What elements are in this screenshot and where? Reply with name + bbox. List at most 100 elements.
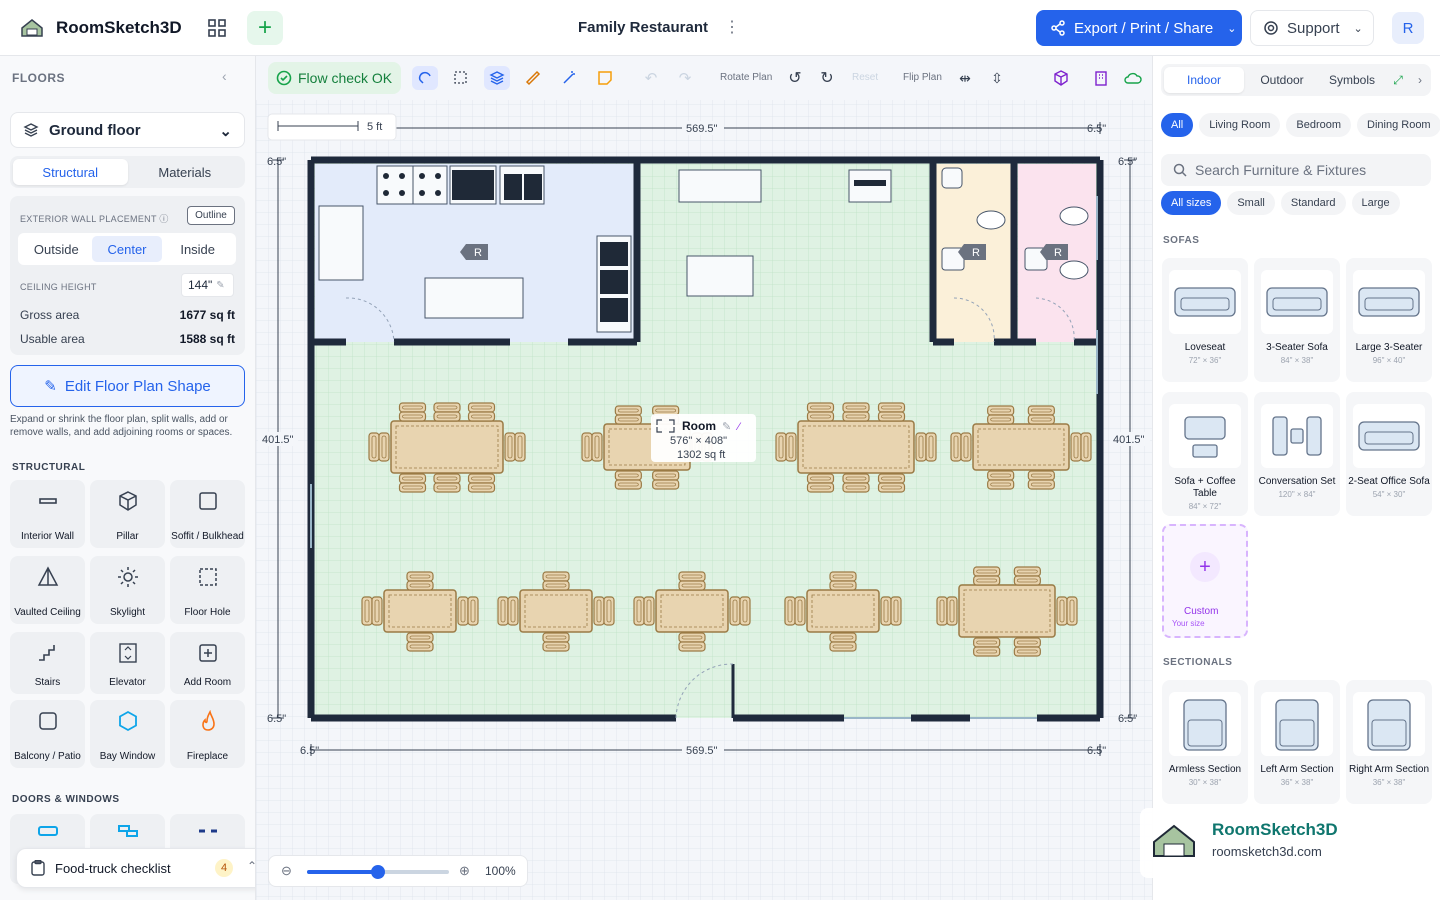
zoom-in-icon[interactable]: ⊕	[459, 863, 470, 879]
ruler-icon[interactable]	[520, 66, 546, 90]
furniture-card[interactable]: 3-Seater Sofa 84" × 38"	[1254, 258, 1340, 382]
fireplace-tool[interactable]: Fireplace	[170, 700, 245, 768]
tool-label: Elevator	[109, 677, 146, 688]
chevron-up-icon[interactable]: ⌃	[247, 859, 255, 873]
expand-icon[interactable]: ⤢	[1387, 64, 1409, 96]
export-button[interactable]: Export / Print / Share ⌄	[1036, 10, 1242, 46]
user-avatar[interactable]: R	[1392, 12, 1424, 44]
sticky-note-icon[interactable]	[592, 66, 618, 90]
furniture-dims: 120" × 84"	[1278, 490, 1316, 499]
furniture-card[interactable]: Left Arm Section 36" × 38"	[1254, 680, 1340, 804]
furniture-card[interactable]: Loveseat 72" × 36"	[1162, 258, 1248, 382]
room-chip-bedroom[interactable]: Bedroom	[1286, 113, 1352, 137]
wall-placement-label: EXTERIOR WALL PLACEMENT ⓘ	[20, 214, 169, 224]
interior-wall-tool[interactable]: Interior Wall	[10, 480, 85, 548]
tab-materials[interactable]: Materials	[128, 159, 243, 185]
3d-cube-icon[interactable]	[1048, 66, 1074, 90]
chevron-right-icon[interactable]: ›	[1409, 64, 1431, 96]
cloud-icon[interactable]	[1120, 66, 1146, 90]
select-area-icon[interactable]	[448, 66, 474, 90]
wall-thickness-label: 6.5"	[300, 745, 319, 757]
furniture-name: Loveseat	[1184, 342, 1226, 353]
furniture-card[interactable]: Right Arm Section 36" × 38"	[1346, 680, 1432, 804]
project-title[interactable]: Family Restaurant	[560, 19, 726, 36]
furniture-card[interactable]: Armless Section 30" × 38"	[1162, 680, 1248, 804]
rotate-right-icon[interactable]: ↻	[814, 66, 840, 90]
floor-hole-tool[interactable]: Floor Hole	[170, 556, 245, 624]
app-logo-icon[interactable]	[18, 14, 46, 42]
room-chip-dining[interactable]: Dining Room	[1357, 113, 1440, 137]
pencil-icon[interactable]: ✎	[722, 421, 731, 433]
tab-symbols[interactable]: Symbols	[1317, 64, 1387, 96]
add-room-tool[interactable]: Add Room	[170, 632, 245, 694]
furniture-dims: 36" × 38"	[1280, 778, 1314, 787]
support-button[interactable]: Support ⌄	[1250, 10, 1374, 46]
window-icon	[170, 824, 245, 838]
outline-button[interactable]: Outline	[187, 206, 235, 225]
tab-outdoor[interactable]: Outdoor	[1247, 64, 1317, 96]
help-icon[interactable]: ⓘ	[159, 214, 168, 224]
furniture-search-input[interactable]: Search Furniture & Fixtures	[1161, 154, 1431, 186]
undo-icon[interactable]: ↶	[638, 66, 664, 90]
size-chip-large[interactable]: Large	[1351, 191, 1400, 215]
furniture-card[interactable]: Sofa + Coffee Table 84" × 72"	[1162, 392, 1248, 516]
wall-mode-outside[interactable]: Outside	[21, 236, 92, 262]
floor-selector[interactable]: Ground floor ⌄	[10, 112, 245, 148]
zoom-slider-handle[interactable]	[371, 865, 385, 879]
reset-button[interactable]: Reset	[852, 72, 878, 83]
room-chip-all[interactable]: All	[1161, 113, 1194, 137]
furniture-card[interactable]: Conversation Set 120" × 84"	[1254, 392, 1340, 516]
size-chip-all[interactable]: All sizes	[1161, 191, 1222, 215]
floor-plan-canvas[interactable]: R R R 5 ft 569.5" 569.5" 401.5" 401.5" 6.5…	[256, 56, 1152, 900]
tab-structural[interactable]: Structural	[13, 159, 128, 185]
restroom-tag[interactable]: R	[460, 244, 488, 260]
redo-icon[interactable]: ↷	[672, 66, 698, 90]
balcony-patio-tool[interactable]: Balcony / Patio	[10, 700, 85, 768]
custom-size-card[interactable]: + Custom Your size	[1162, 524, 1248, 638]
checklist-bar[interactable]: Food-truck checklist 4 ⌃	[16, 848, 255, 888]
room-chip-living[interactable]: Living Room	[1199, 113, 1281, 137]
restroom-tag[interactable]: R	[958, 244, 986, 260]
stairs-tool[interactable]: Stairs	[10, 632, 85, 694]
furniture-card[interactable]: 2-Seat Office Sofa 54" × 30"	[1346, 392, 1432, 516]
snap-icon[interactable]	[412, 66, 438, 90]
rotate-left-icon[interactable]: ↺	[782, 66, 808, 90]
flow-check-status[interactable]: Flow check OK	[268, 62, 401, 94]
tool-label: Pillar	[116, 531, 139, 542]
dashboard-grid-icon[interactable]	[202, 14, 232, 42]
furniture-panel: Indoor Outdoor Symbols ⤢ › All Living Ro…	[1152, 56, 1440, 900]
bay-window-tool[interactable]: Bay Window	[90, 700, 165, 768]
vaulted-ceiling-tool[interactable]: Vaulted Ceiling	[10, 556, 85, 624]
collapse-panel-icon[interactable]: ‹	[222, 68, 227, 84]
flip-vertical-icon[interactable]: ⇳	[984, 66, 1010, 90]
dimension-top: 569.5"	[686, 123, 718, 135]
pillar-tool[interactable]: Pillar	[90, 480, 165, 548]
furniture-name: Armless Section	[1168, 764, 1242, 775]
ceiling-height-input[interactable]: 144" ✎	[181, 273, 234, 297]
skylight-tool[interactable]: Skylight	[90, 556, 165, 624]
zoom-slider[interactable]	[307, 865, 449, 879]
ceiling-height-label: CEILING HEIGHT	[20, 282, 97, 292]
project-menu-icon[interactable]: ⋮	[724, 17, 740, 37]
wall-mode-center[interactable]: Center	[91, 236, 163, 262]
layers-icon[interactable]	[484, 66, 510, 90]
furniture-card[interactable]: Large 3-Seater 96" × 40"	[1346, 258, 1432, 382]
elevator-tool[interactable]: Elevator	[90, 632, 165, 694]
room-label-card[interactable]: Room ✎ ⁄ 576" × 408" 1302 sq ft	[651, 414, 756, 462]
soffit-bulkhead-tool[interactable]: Soffit / Bulkhead	[170, 480, 245, 548]
room-name[interactable]: Room	[682, 419, 716, 433]
custom-sub: Your size	[1172, 619, 1205, 628]
tab-indoor[interactable]: Indoor	[1164, 67, 1244, 93]
new-project-button[interactable]: +	[247, 11, 283, 45]
magic-wand-icon[interactable]	[556, 66, 582, 90]
canvas-area[interactable]: R R R 5 ft 569.5" 569.5" 401.5" 401.5" 6.5…	[256, 56, 1152, 900]
gross-area-value: 1677 sq ft	[179, 308, 235, 322]
wall-mode-inside[interactable]: Inside	[162, 236, 233, 262]
building-icon[interactable]	[1088, 66, 1114, 90]
tool-label: Fireplace	[186, 751, 229, 762]
size-chip-small[interactable]: Small	[1227, 191, 1275, 215]
size-chip-standard[interactable]: Standard	[1280, 191, 1346, 215]
flip-horizontal-icon[interactable]: ⇹	[952, 66, 978, 90]
edit-floor-plan-button[interactable]: ✎ Edit Floor Plan Shape	[10, 365, 245, 407]
zoom-out-icon[interactable]: ⊖	[281, 863, 292, 879]
